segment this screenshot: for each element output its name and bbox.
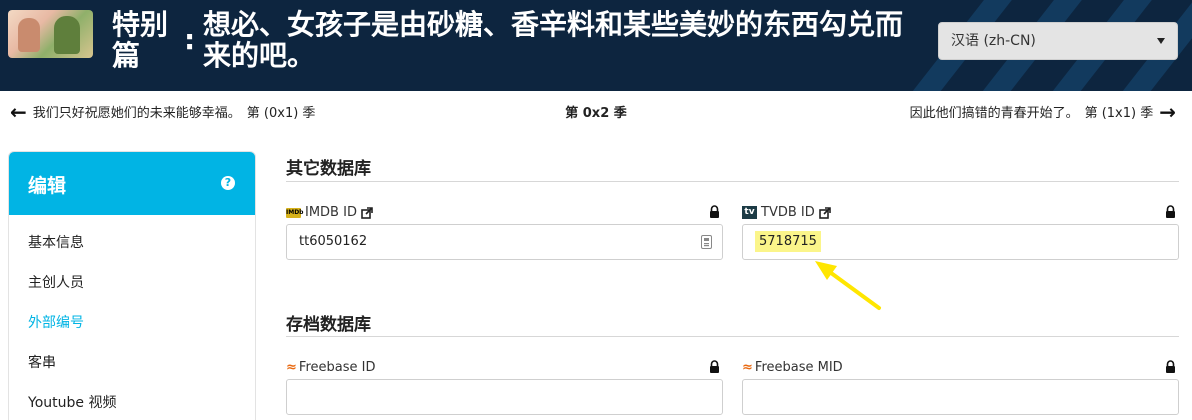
- section-divider: [286, 181, 1179, 182]
- prev-season-title: 我们只好祝愿她们的未来能够幸福。: [32, 106, 241, 121]
- imdb-label: IMDb IMDB ID: [286, 205, 373, 220]
- imdb-label-text: IMDB ID: [305, 205, 357, 220]
- sidebar-item-external-ids[interactable]: 外部编号: [28, 312, 84, 332]
- episode-poster-image[interactable]: [8, 10, 93, 58]
- next-season-link[interactable]: 因此他们搞错的青春开始了。 第 (1x1) 季 →: [909, 99, 1176, 124]
- episode-header: 特别篇 : 想必、女孩子是由砂糖、香辛料和某些美妙的东西勾兑而来的吧。 汉语 (…: [0, 0, 1192, 91]
- sidebar-item-basic-info[interactable]: 基本信息: [28, 232, 84, 252]
- arrow-left-icon: ←: [10, 99, 27, 124]
- section-divider: [286, 336, 1179, 337]
- freebase-logo-icon: ≈: [742, 360, 753, 375]
- sidebar-item-crew[interactable]: 主创人员: [28, 272, 84, 292]
- lock-icon[interactable]: [1165, 205, 1176, 218]
- freebase-id-input[interactable]: [286, 379, 723, 415]
- season-navigation: 第 0x2 季 ← 我们只好祝愿她们的未来能够幸福。 第 (0x1) 季 因此他…: [0, 100, 1192, 124]
- caret-down-icon: [1157, 38, 1165, 44]
- imdb-id-input[interactable]: tt6050162: [286, 224, 723, 260]
- freebase-mid-input[interactable]: [742, 379, 1179, 415]
- episode-title: 想必、女孩子是由砂糖、香辛料和某些美妙的东西勾兑而来的吧。: [203, 8, 904, 72]
- lock-icon[interactable]: [1165, 360, 1176, 373]
- contact-card-icon: [701, 235, 712, 249]
- sidebar-item-guest-stars[interactable]: 客串: [28, 352, 56, 372]
- prev-season-link[interactable]: ← 我们只好祝愿她们的未来能够幸福。 第 (0x1) 季: [10, 99, 316, 124]
- sidebar-item-youtube-videos[interactable]: Youtube 视频: [28, 392, 116, 412]
- tvdb-id-value: 5718715: [755, 231, 821, 252]
- edit-sidebar: 编辑 ? 基本信息 主创人员 外部编号 客串 Youtube 视频: [8, 151, 256, 420]
- freebase-id-label: ≈ Freebase ID: [286, 360, 375, 375]
- imdb-id-value: tt6050162: [299, 234, 368, 249]
- next-season-code: 第 (1x1) 季: [1084, 106, 1154, 121]
- language-select[interactable]: 汉语 (zh-CN): [938, 22, 1178, 60]
- annotation-arrow-icon: [815, 261, 881, 310]
- section-title-other-db: 其它数据库: [286, 159, 371, 179]
- lock-icon[interactable]: [709, 360, 720, 373]
- tvdb-logo-icon: tv: [742, 206, 757, 219]
- freebase-logo-icon: ≈: [286, 360, 297, 375]
- episode-prefix: 特别篇: [112, 8, 169, 72]
- next-season-title: 因此他们搞错的青春开始了。: [909, 106, 1079, 121]
- freebase-mid-label: ≈ Freebase MID: [742, 360, 843, 375]
- sidebar-header: 编辑 ?: [9, 152, 255, 215]
- help-icon[interactable]: ?: [221, 176, 235, 190]
- imdb-logo-icon: IMDb: [286, 207, 304, 218]
- freebase-mid-label-text: Freebase MID: [754, 360, 843, 375]
- section-title-archive-db: 存档数据库: [286, 315, 371, 335]
- title-colon: :: [184, 23, 196, 56]
- arrow-right-icon: →: [1159, 99, 1176, 124]
- language-select-value: 汉语 (zh-CN): [951, 33, 1036, 49]
- lock-icon[interactable]: [709, 205, 720, 218]
- tvdb-label-text: TVDB ID: [761, 205, 815, 220]
- prev-season-code: 第 (0x1) 季: [246, 106, 316, 121]
- sidebar-title: 编辑: [28, 175, 67, 197]
- external-link-icon[interactable]: [361, 206, 373, 219]
- freebase-id-label-text: Freebase ID: [298, 360, 376, 375]
- external-link-icon[interactable]: [818, 206, 831, 219]
- tvdb-label: tv TVDB ID: [742, 205, 831, 220]
